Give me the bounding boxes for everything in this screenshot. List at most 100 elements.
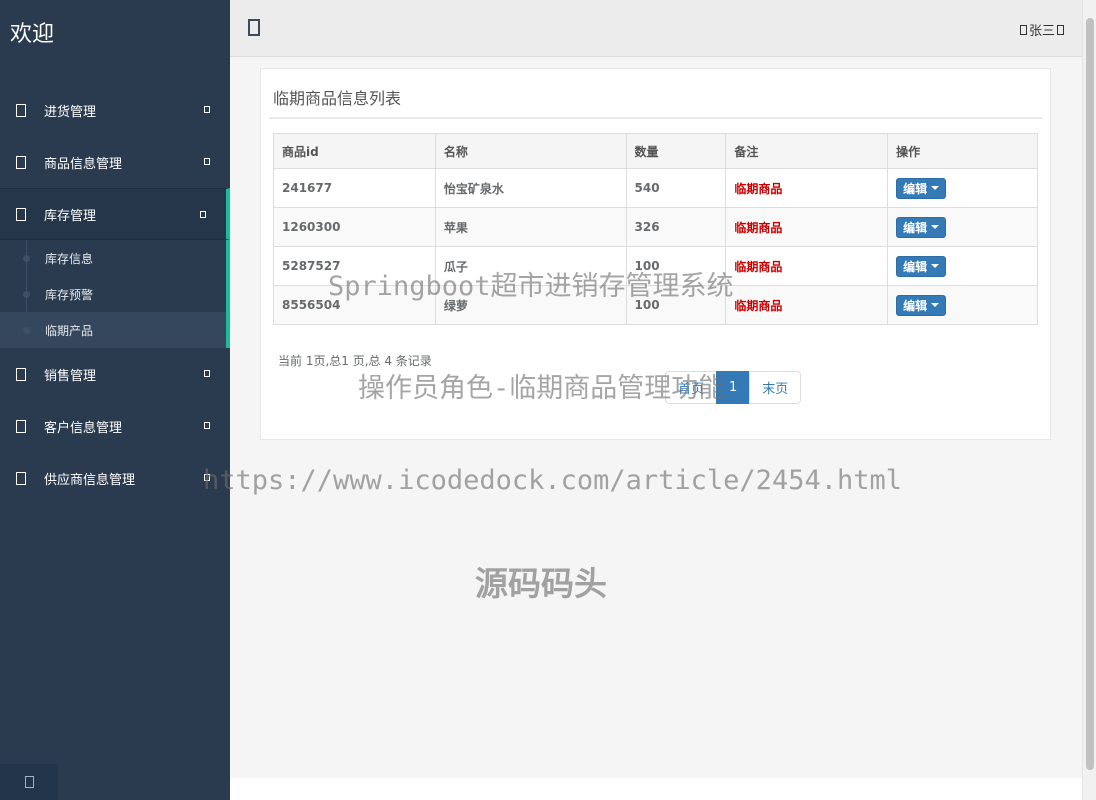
- sidebar-item-label: 供应商信息管理: [44, 472, 136, 488]
- scrollbar-thumb[interactable]: [1086, 18, 1094, 770]
- dropdown-icon: [1057, 24, 1064, 35]
- submenu-item-label: 库存信息: [45, 251, 94, 266]
- inventory-icon: [16, 207, 26, 221]
- edit-label: 编辑: [903, 181, 928, 196]
- products-table: 商品id 名称 数量 备注 操作 241677 怡宝矿泉水 540 临期商品 编…: [273, 133, 1038, 325]
- first-page-link[interactable]: 首页: [665, 371, 718, 404]
- cell-note: 临期商品: [725, 285, 889, 325]
- cell-id: 5287527: [273, 246, 436, 286]
- cell-qty: 326: [625, 207, 727, 247]
- expiring-products-panel: 临期商品信息列表 商品id 名称 数量 备注 操作 241677 怡宝矿泉水 5…: [260, 68, 1051, 440]
- cell-id: 1260300: [273, 207, 436, 247]
- suppliers-icon: [16, 471, 26, 485]
- last-page-link[interactable]: 末页: [749, 371, 802, 404]
- column-header: 备注: [725, 133, 889, 169]
- table-row: 5287527 瓜子 100 临期商品 编辑: [273, 246, 1038, 286]
- cell-action: 编辑: [887, 246, 1038, 286]
- sidebar-item-suppliers[interactable]: 供应商信息管理: [0, 452, 230, 504]
- caret-down-icon: [931, 264, 940, 268]
- column-header: 操作: [887, 133, 1038, 169]
- sidebar-item-label: 商品信息管理: [44, 156, 123, 172]
- submenu-item-label: 库存预警: [45, 287, 94, 302]
- cell-name: 苹果: [434, 207, 627, 247]
- cell-name: 怡宝矿泉水: [434, 168, 627, 208]
- user-icon: [1019, 24, 1027, 35]
- cell-name: 瓜子: [434, 246, 627, 286]
- table-row: 8556504 绿萝 100 临期商品 编辑: [273, 285, 1038, 325]
- cell-note: 临期商品: [725, 207, 889, 247]
- edit-dropdown-button[interactable]: 编辑: [896, 216, 947, 238]
- column-header: 名称: [434, 133, 627, 169]
- sidebar: 欢迎 进货管理 商品信息管理 库存管理 库存信息 库存预警 临期产品 销售管理 …: [0, 0, 230, 800]
- brand-title: 欢迎: [10, 22, 55, 47]
- pagination-info: 当前 1页,总1 页,总 4 条记录: [278, 354, 432, 368]
- sidebar-item-goods[interactable]: 商品信息管理: [0, 136, 230, 188]
- user-name: 张三: [1028, 24, 1055, 39]
- sidebar-item-customers[interactable]: 客户信息管理: [0, 400, 230, 452]
- edit-label: 编辑: [903, 298, 928, 313]
- cell-action: 编辑: [887, 285, 1038, 325]
- cell-name: 绿萝: [434, 285, 627, 325]
- expand-icon: [204, 158, 210, 165]
- collapse-icon: [200, 211, 206, 218]
- table-header-row: 商品id 名称 数量 备注 操作: [273, 133, 1038, 169]
- caret-down-icon: [931, 225, 940, 229]
- inventory-submenu: 库存信息 库存预警 临期产品: [0, 240, 230, 348]
- expand-icon: [204, 106, 210, 113]
- sales-icon: [16, 367, 26, 381]
- table-row: 1260300 苹果 326 临期商品 编辑: [273, 207, 1038, 247]
- edit-dropdown-button[interactable]: 编辑: [896, 255, 947, 277]
- bullet-icon: [23, 327, 30, 334]
- goods-icon: [16, 155, 26, 169]
- caret-down-icon: [931, 186, 940, 190]
- sidebar-item-label: 库存管理: [44, 208, 97, 224]
- pagination: 首页 1 末页: [665, 371, 802, 404]
- divider: [269, 117, 1042, 119]
- sidebar-item-label: 客户信息管理: [44, 420, 123, 436]
- column-header: 数量: [625, 133, 727, 169]
- caret-down-icon: [931, 303, 940, 307]
- sidebar-footer-button[interactable]: [0, 764, 58, 800]
- edit-dropdown-button[interactable]: 编辑: [896, 177, 947, 199]
- sidebar-item-sales[interactable]: 销售管理: [0, 348, 230, 400]
- sidebar-item-label: 进货管理: [44, 104, 97, 120]
- watermark-url: https://www.icodedock.com/article/2454.h…: [203, 465, 902, 496]
- submenu-item-stock-info[interactable]: 库存信息: [0, 240, 226, 276]
- cell-qty: 540: [625, 168, 727, 208]
- submenu-item-stock-warning[interactable]: 库存预警: [0, 276, 226, 312]
- topbar: 张三: [230, 0, 1082, 57]
- scrollbar[interactable]: [1082, 0, 1096, 800]
- purchase-icon: [16, 103, 26, 117]
- column-header: 商品id: [273, 133, 436, 169]
- cell-note: 临期商品: [725, 168, 889, 208]
- page-number-link[interactable]: 1: [716, 371, 751, 404]
- menu-toggle-icon[interactable]: [248, 19, 260, 36]
- watermark-text: 源码码头: [475, 564, 607, 603]
- cell-action: 编辑: [887, 207, 1038, 247]
- cell-qty: 100: [625, 246, 727, 286]
- table-row: 241677 怡宝矿泉水 540 临期商品 编辑: [273, 168, 1038, 208]
- panel-title: 临期商品信息列表: [273, 89, 402, 108]
- sidebar-item-purchase[interactable]: 进货管理: [0, 84, 230, 136]
- edit-label: 编辑: [903, 259, 928, 274]
- settings-icon: [24, 776, 34, 788]
- expand-icon: [204, 370, 210, 377]
- sidebar-item-label: 销售管理: [44, 368, 97, 384]
- customers-icon: [16, 419, 26, 433]
- bullet-icon: [23, 291, 30, 298]
- cell-id: 241677: [273, 168, 436, 208]
- submenu-item-expiring-products[interactable]: 临期产品: [0, 312, 226, 348]
- submenu-item-label: 临期产品: [45, 323, 94, 338]
- sidebar-menu: 进货管理 商品信息管理 库存管理 库存信息 库存预警 临期产品 销售管理 客户信…: [0, 84, 230, 504]
- cell-action: 编辑: [887, 168, 1038, 208]
- sidebar-item-inventory[interactable]: 库存管理: [0, 188, 230, 240]
- user-menu[interactable]: 张三: [1018, 20, 1066, 39]
- expand-icon: [204, 422, 210, 429]
- cell-id: 8556504: [273, 285, 436, 325]
- edit-dropdown-button[interactable]: 编辑: [896, 294, 947, 316]
- cell-qty: 100: [625, 285, 727, 325]
- bullet-icon: [23, 255, 30, 262]
- edit-label: 编辑: [903, 220, 928, 235]
- expand-icon: [204, 474, 210, 481]
- cell-note: 临期商品: [725, 246, 889, 286]
